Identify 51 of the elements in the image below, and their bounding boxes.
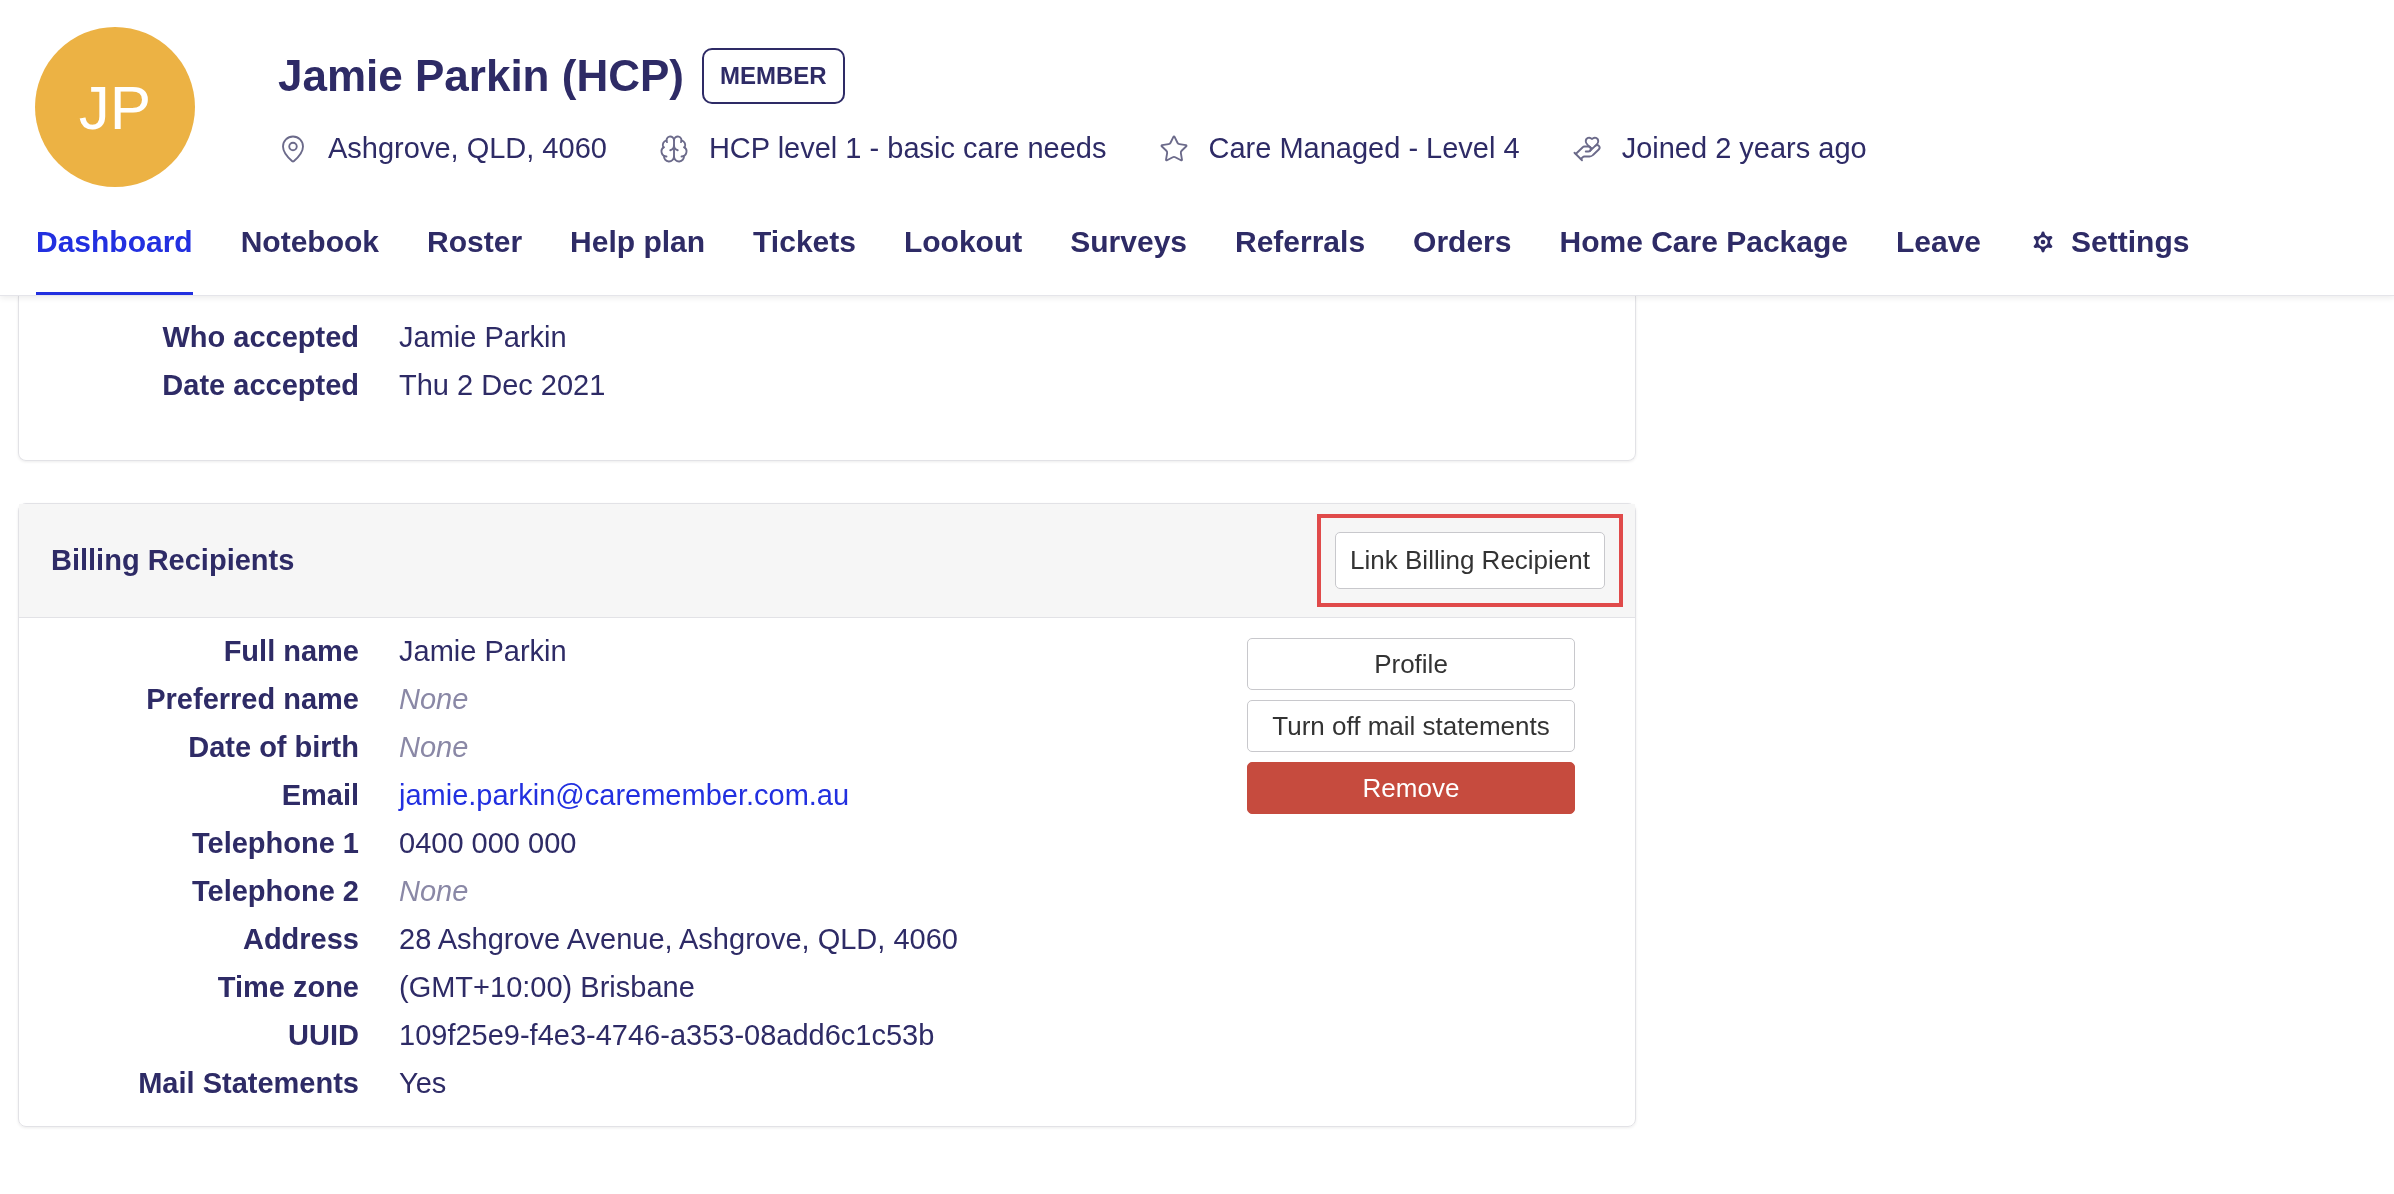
nav-tab[interactable]: Home Care Package bbox=[1559, 209, 1848, 295]
nav-tab[interactable]: Tickets bbox=[753, 209, 856, 295]
field-value: (GMT+10:00) Brisbane bbox=[399, 970, 695, 1005]
nav-tab[interactable]: Orders bbox=[1413, 209, 1512, 295]
profile-detail: Ashgrove, QLD, 4060 bbox=[328, 131, 607, 167]
card-title: Billing Recipients bbox=[51, 542, 295, 578]
profile-name: Jamie Parkin (HCP) bbox=[278, 50, 684, 103]
profile-detail: Joined 2 years ago bbox=[1621, 131, 1867, 167]
action-button[interactable]: Profile bbox=[1247, 638, 1575, 690]
field-label: Date of birth bbox=[187, 730, 360, 765]
brain-icon bbox=[658, 134, 689, 164]
field-value: None bbox=[399, 730, 469, 765]
field-value: Jamie Parkin bbox=[399, 634, 567, 669]
field-value: Yes bbox=[399, 1066, 447, 1101]
field-label: Mail Statements bbox=[137, 1066, 360, 1101]
star-icon bbox=[1158, 134, 1189, 164]
field-value: 0400 000 000 bbox=[399, 826, 577, 861]
field-value: Jamie Parkin bbox=[399, 320, 567, 355]
field-label: Telephone 2 bbox=[190, 874, 360, 909]
field-label: Full name bbox=[222, 634, 360, 669]
field-value: None bbox=[399, 682, 469, 717]
field-label: Date accepted bbox=[161, 368, 360, 403]
profile-detail: HCP level 1 - basic care needs bbox=[708, 131, 1107, 167]
action-button[interactable]: Turn off mail statements bbox=[1247, 700, 1575, 752]
nav-tab[interactable]: Settings bbox=[2029, 209, 2190, 295]
nav-tab[interactable]: Surveys bbox=[1070, 209, 1187, 295]
nav-tab[interactable]: Help plan bbox=[570, 209, 706, 295]
field-label: Email bbox=[280, 778, 360, 813]
field-label: Address bbox=[241, 922, 360, 957]
hand-heart-icon bbox=[1571, 134, 1602, 164]
action-button[interactable]: Remove bbox=[1247, 762, 1575, 814]
field-value: 28 Ashgrove Avenue, Ashgrove, QLD, 4060 bbox=[399, 922, 958, 957]
field-label: Preferred name bbox=[145, 682, 360, 717]
field-label: Time zone bbox=[216, 970, 360, 1005]
field-label: Telephone 1 bbox=[190, 826, 360, 861]
email-link[interactable]: jamie.parkin@caremember.com.au bbox=[399, 774, 850, 818]
nav-tab[interactable]: Notebook bbox=[240, 209, 380, 295]
field-value: 109f25e9-f4e3-4746-a353-08add6c1c53b bbox=[399, 1018, 935, 1053]
field-label: Who accepted bbox=[161, 320, 360, 355]
field-value: None bbox=[399, 874, 469, 909]
nav-tab[interactable]: Referrals bbox=[1235, 209, 1366, 295]
field-value: Thu 2 Dec 2021 bbox=[399, 368, 606, 403]
link-billing-recipient-button[interactable]: Link Billing Recipient bbox=[1335, 532, 1605, 589]
field-label: UUID bbox=[287, 1018, 360, 1053]
profile-detail: Care Managed - Level 4 bbox=[1208, 131, 1520, 167]
nav-tab[interactable]: Leave bbox=[1895, 209, 1982, 295]
member-badge: MEMBER bbox=[701, 48, 845, 105]
nav-tab[interactable]: Lookout bbox=[903, 209, 1023, 295]
nav-tab[interactable]: Dashboard bbox=[36, 209, 193, 295]
nav-tab[interactable]: Roster bbox=[427, 209, 523, 295]
avatar: JP bbox=[35, 27, 195, 187]
